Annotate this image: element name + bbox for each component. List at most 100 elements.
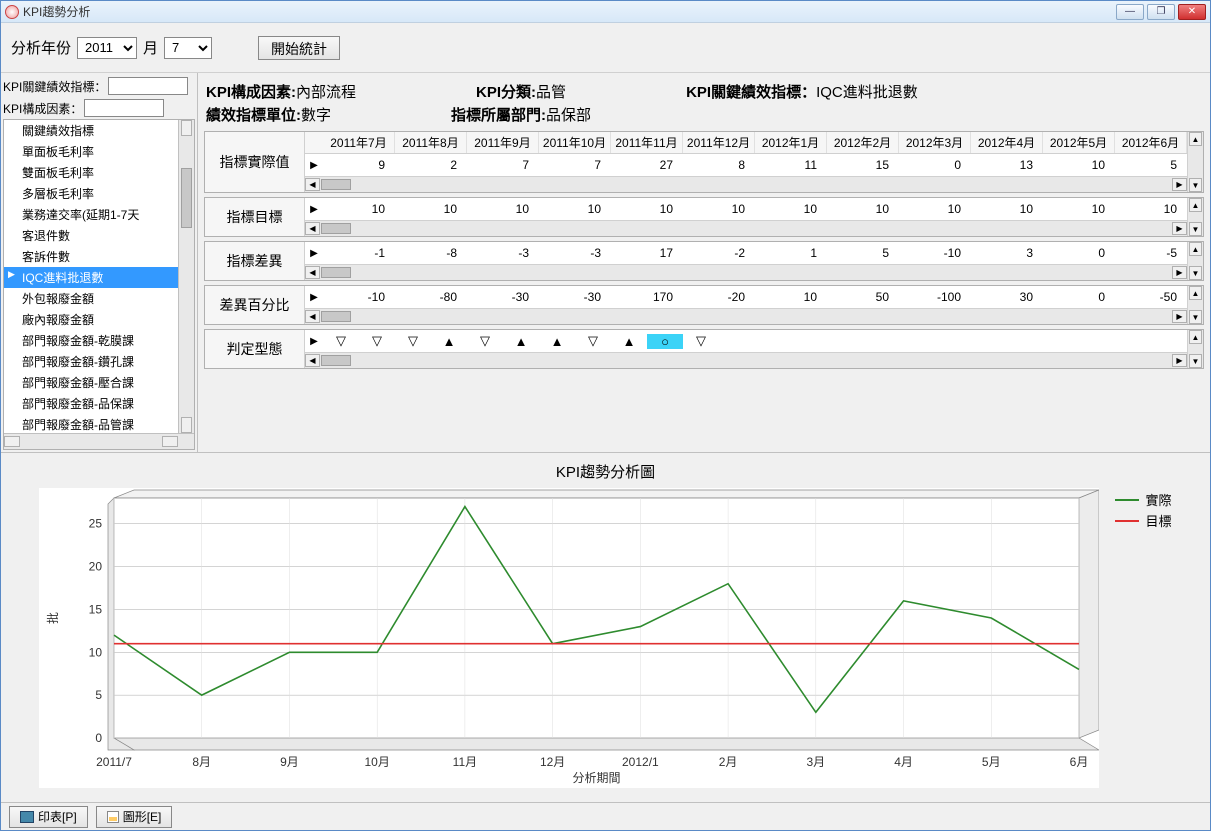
svg-text:20: 20 xyxy=(89,560,103,574)
data-cell: 10 xyxy=(467,202,539,216)
kpi-list-item[interactable]: 部門報廢金額-壓合課 xyxy=(4,372,178,393)
kpi-list-item[interactable]: 客訴件數 xyxy=(4,246,178,267)
right-panel: KPI構成因素:內部流程 KPI分類:品管 KPI關鍵績效指標：IQC進料批退數… xyxy=(198,73,1210,452)
kpi-list-item[interactable]: 部門報廢金額-乾膜課 xyxy=(4,330,178,351)
filter-kpi-factor-input[interactable] xyxy=(84,99,164,117)
kpi-list-item[interactable]: 雙面板毛利率 xyxy=(4,162,178,183)
column-header: 2011年8月 xyxy=(395,132,467,153)
left-panel: KPI關鍵績效指標： KPI構成因素： 關鍵績效指標單面板毛利率雙面板毛利率多層… xyxy=(1,73,198,452)
shape-cell[interactable]: ▲ xyxy=(611,334,647,349)
legend-label: 實際 xyxy=(1145,490,1171,509)
data-cell: 10 xyxy=(539,202,611,216)
svg-text:4月: 4月 xyxy=(895,755,914,769)
data-cell: -10 xyxy=(323,290,395,304)
data-cell: 8 xyxy=(683,158,755,172)
horizontal-scrollbar[interactable] xyxy=(4,433,194,449)
vertical-scrollbar[interactable]: ▲▼ xyxy=(1187,330,1203,368)
kpi-list-item[interactable]: 廠內報廢金額 xyxy=(4,309,178,330)
horizontal-scrollbar[interactable]: ◀▶ xyxy=(305,352,1187,368)
row-header: 指標差異 xyxy=(205,242,305,280)
data-cell: 2 xyxy=(395,158,467,172)
kpi-list-item[interactable]: 部門報廢金額-鑽孔課 xyxy=(4,351,178,372)
data-cell: 10 xyxy=(1043,202,1115,216)
year-label: 分析年份 xyxy=(11,37,71,58)
kpi-list[interactable]: 關鍵績效指標單面板毛利率雙面板毛利率多層板毛利率業務達交率(延期1-7天客退件數… xyxy=(3,119,195,450)
shape-cell[interactable]: ▽ xyxy=(467,333,503,349)
shape-cell[interactable]: ▽ xyxy=(395,333,431,349)
svg-text:批: 批 xyxy=(45,612,60,624)
shape-cell[interactable]: ▲ xyxy=(539,334,575,349)
data-cell: 27 xyxy=(611,158,683,172)
data-grid: 指標目標▶101010101010101010101010◀▶▲▼ xyxy=(204,197,1204,237)
data-cell: 10 xyxy=(1115,202,1187,216)
kpi-list-item[interactable]: 關鍵績效指標 xyxy=(4,120,178,141)
row-header: 指標目標 xyxy=(205,198,305,236)
vertical-scrollbar[interactable]: ▲▼ xyxy=(1187,198,1203,236)
vertical-scrollbar[interactable]: ▲▼ xyxy=(1187,242,1203,280)
kpi-list-item[interactable]: 外包報廢金額 xyxy=(4,288,178,309)
horizontal-scrollbar[interactable]: ◀▶ xyxy=(305,176,1187,192)
column-header: 2012年4月 xyxy=(971,132,1043,153)
print-button[interactable]: 印表[P] xyxy=(9,806,88,828)
row-header: 差異百分比 xyxy=(205,286,305,324)
data-cell: -3 xyxy=(467,246,539,260)
shape-cell[interactable]: ▽ xyxy=(575,333,611,349)
column-header: 2011年10月 xyxy=(539,132,611,153)
year-select[interactable]: 2011 xyxy=(77,37,137,59)
data-grid: 判定型態▶▽▽▽▲▽▲▲▽▲○▽◀▶▲▼ xyxy=(204,329,1204,369)
data-cell: -3 xyxy=(539,246,611,260)
data-cell: 10 xyxy=(611,202,683,216)
info-header: KPI構成因素:內部流程 KPI分類:品管 KPI關鍵績效指標：IQC進料批退數… xyxy=(204,75,1204,131)
svg-text:11月: 11月 xyxy=(453,755,477,769)
horizontal-scrollbar[interactable]: ◀▶ xyxy=(305,220,1187,236)
column-header: 2011年7月 xyxy=(323,132,395,153)
kpi-trend-chart: 05101520252011/78月9月10月11月12月2012/12月3月4… xyxy=(39,488,1099,788)
month-select[interactable]: 7 xyxy=(164,37,212,59)
data-cell: 1 xyxy=(755,246,827,260)
data-cell: 7 xyxy=(539,158,611,172)
maximize-button[interactable]: ❐ xyxy=(1147,4,1175,20)
data-cell: 0 xyxy=(899,158,971,172)
kpi-list-item[interactable]: 部門報廢金額-品管課 xyxy=(4,414,178,433)
svg-text:8月: 8月 xyxy=(193,755,212,769)
kpi-list-item[interactable]: 客退件數 xyxy=(4,225,178,246)
minimize-button[interactable]: — xyxy=(1116,4,1144,20)
shape-cell[interactable]: ▽ xyxy=(323,333,359,349)
shape-cell[interactable]: ▲ xyxy=(503,334,539,349)
filter-kpi-key-label: KPI關鍵績效指標： xyxy=(3,78,106,95)
export-image-button[interactable]: 圖形[E] xyxy=(96,806,173,828)
shape-cell[interactable]: ○ xyxy=(647,334,683,349)
data-cell: 3 xyxy=(971,246,1043,260)
vertical-scrollbar[interactable]: ▲▼ xyxy=(1187,132,1203,192)
start-button[interactable]: 開始統計 xyxy=(258,36,340,60)
column-header: 2012年2月 xyxy=(827,132,899,153)
shape-cell[interactable]: ▽ xyxy=(359,333,395,349)
svg-text:2月: 2月 xyxy=(719,755,738,769)
filter-kpi-key-input[interactable] xyxy=(108,77,188,95)
horizontal-scrollbar[interactable]: ◀▶ xyxy=(305,264,1187,280)
kpi-list-item[interactable]: IQC進料批退數 xyxy=(4,267,178,288)
data-cell: -30 xyxy=(467,290,539,304)
horizontal-scrollbar[interactable]: ◀▶ xyxy=(305,308,1187,324)
data-cell: -1 xyxy=(323,246,395,260)
kpi-list-item[interactable]: 單面板毛利率 xyxy=(4,141,178,162)
kpi-list-item[interactable]: 多層板毛利率 xyxy=(4,183,178,204)
svg-text:6月: 6月 xyxy=(1070,755,1089,769)
vertical-scrollbar[interactable]: ▲▼ xyxy=(1187,286,1203,324)
svg-text:9月: 9月 xyxy=(281,755,300,769)
data-cell: 30 xyxy=(971,290,1043,304)
printer-icon xyxy=(20,811,34,823)
svg-text:2011/7: 2011/7 xyxy=(97,755,133,769)
data-cell: -2 xyxy=(683,246,755,260)
shape-cell[interactable]: ▽ xyxy=(683,333,719,349)
data-cell: 7 xyxy=(467,158,539,172)
svg-text:3月: 3月 xyxy=(807,755,826,769)
kpi-list-item[interactable]: 部門報廢金額-品保課 xyxy=(4,393,178,414)
data-cell: 10 xyxy=(971,202,1043,216)
svg-text:10月: 10月 xyxy=(365,755,390,769)
vertical-scrollbar[interactable] xyxy=(178,120,194,433)
shape-cell[interactable]: ▲ xyxy=(431,334,467,349)
close-button[interactable]: ✕ xyxy=(1178,4,1206,20)
column-header: 2012年5月 xyxy=(1043,132,1115,153)
kpi-list-item[interactable]: 業務達交率(延期1-7天 xyxy=(4,204,178,225)
